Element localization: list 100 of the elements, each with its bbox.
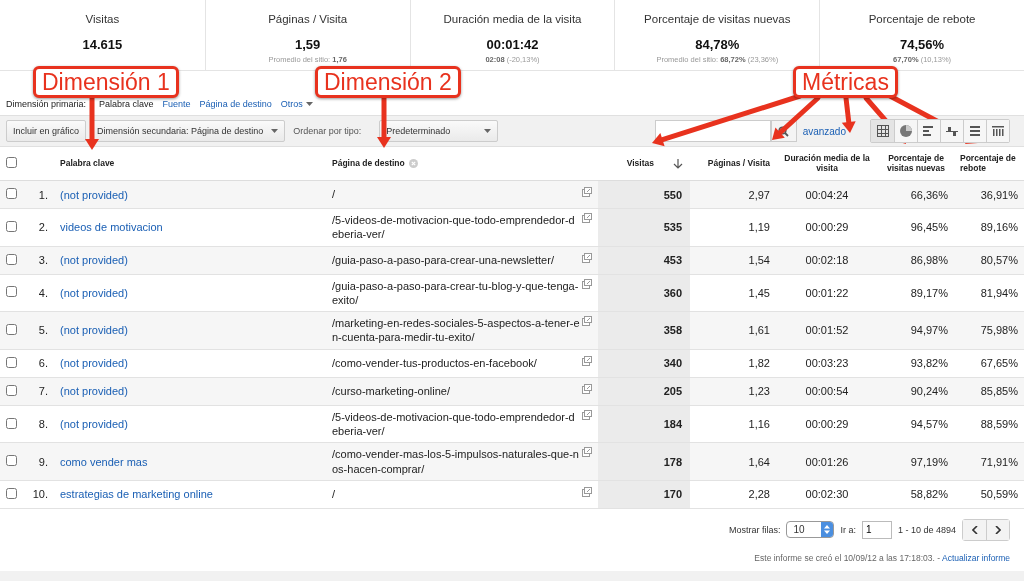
table-cell: 184 [663,418,682,431]
keyword-link[interactable]: (not provided) [60,324,128,337]
columns-icon[interactable] [986,120,1009,142]
column-header[interactable]: Palabra clave [60,157,115,168]
table-cell-text: /5-videos-de-motivacion-que-todo-emprendedor-deberia-ver/ [332,409,576,439]
sort-arrow-icon[interactable] [672,158,684,169]
keyword-link[interactable]: (not provided) [60,418,128,431]
caret-icon [484,129,492,133]
table-cell: 58,82% [910,488,948,501]
advanced-link[interactable]: avanzado [802,125,846,137]
previous-button[interactable] [963,519,986,540]
keyword-link[interactable]: (not provided) [60,357,128,370]
table-cell: 86,98% [910,254,948,267]
table-cell-text: /guia-paso-a-paso-para-crear-una-newsletter/ [332,252,555,268]
row-number: 7. [38,385,48,398]
row-checkbox[interactable] [6,384,17,396]
external-link-icon[interactable] [582,278,592,289]
dimension-option[interactable]: Página de destino [199,99,272,109]
next-button[interactable] [986,519,1009,540]
row-number: 9. [38,455,48,468]
row-checkbox[interactable] [6,356,17,368]
column-header[interactable]: Porcentaje de visitas nuevas [884,153,948,174]
dimension-option[interactable]: Palabra clave [99,99,154,109]
column-header[interactable]: Página de destino [332,158,405,169]
dimension-option[interactable]: Fuente [162,99,191,109]
table-cell: 85,85% [980,385,1018,398]
metric-label: Porcentaje de rebote [868,13,976,25]
table-cell: 90,24% [910,385,948,398]
table-cell-text: /curso-marketing-online/ [332,384,451,399]
table-cell: 75,98% [980,324,1018,337]
row-checkbox[interactable] [6,253,17,265]
table-cell: 1,61 [748,324,770,337]
table-cell: 170 [663,488,682,501]
column-header[interactable]: Porcentaje de rebote [960,153,1018,174]
table-cell: 89,16% [980,221,1018,234]
external-link-icon[interactable] [582,384,592,395]
external-link-icon[interactable] [582,487,592,498]
dimension-label: Dimensión primaria: [6,99,87,109]
bar-chart-icon[interactable] [917,120,940,142]
external-link-icon[interactable] [582,213,592,223]
table-icon[interactable] [871,120,894,142]
keyword-link[interactable]: (not provided) [60,188,128,201]
callout-arrow [85,95,99,150]
comparison-icon[interactable] [940,120,963,142]
rows-select[interactable]: 10 [786,521,835,539]
pie-chart-icon[interactable] [894,120,917,142]
table-cell: 00:01:26 [805,455,849,468]
table-cell: 89,17% [910,286,948,299]
row-checkbox[interactable] [6,324,17,335]
external-link-icon[interactable] [582,356,592,367]
metric-value: 1,59 [295,37,321,52]
goto-field[interactable]: 1 [861,520,892,539]
table-cell: 358 [663,324,682,337]
row-checkbox[interactable] [6,417,17,429]
table-cell: /marketing-en-redes-sociales-5-aspectos-a-tener-en-cuenta-para-medir-tu-exito/ [332,316,580,345]
external-link-icon[interactable] [582,316,592,327]
external-link-icon[interactable] [582,409,592,420]
column-header[interactable]: Páginas / Visita [707,157,770,168]
table-cell: 1,64 [748,455,770,468]
keyword-link[interactable]: (not provided) [60,385,128,398]
table-cell: 2,97 [748,188,770,201]
table-cell: 1,82 [748,357,770,370]
row-checkbox[interactable] [6,487,17,499]
row-number: 10. [32,488,48,501]
table-cell: /guia-paso-a-paso-para-crear-tu-blog-y-que-tenga-exito/ [332,278,580,308]
external-link-icon[interactable] [582,447,592,458]
metric-label: Visitas [85,13,120,25]
caret-icon [305,102,313,106]
chevron-left-icon [971,525,978,534]
callout-label: Dimensión 2 [315,66,461,98]
row-checkbox[interactable] [6,220,17,232]
table-cell: 2,28 [748,488,770,501]
column-header[interactable]: Visitas [626,158,654,169]
select-all-checkbox[interactable] [6,156,17,168]
row-checkbox[interactable] [6,286,17,298]
table-cell: 205 [663,385,682,398]
external-link-icon[interactable] [582,252,592,263]
table-cell: 535 [663,221,682,234]
table-cell: 1,45 [748,286,770,299]
keyword-link[interactable]: videos de motivacion [60,221,163,234]
keyword-link[interactable]: (not provided) [60,254,128,267]
keyword-link[interactable]: (not provided) [60,286,128,299]
row-number: 2. [38,221,48,234]
metric-label: Páginas / Visita [268,13,348,25]
external-link-icon[interactable] [582,187,592,198]
stacked-list-icon[interactable] [963,120,986,142]
plot-rows-button[interactable]: Incluir en gráfico [6,120,87,142]
row-number: 3. [38,254,48,267]
table-cell: 1,16 [748,418,770,431]
table-cell: 88,59% [980,418,1018,431]
row-checkbox[interactable] [6,188,17,199]
dimension-option[interactable]: Otros [280,99,313,109]
metric-value: 14.615 [82,37,123,52]
sort-dropdown[interactable]: Predeterminado [379,120,499,142]
row-checkbox[interactable] [6,455,17,467]
keyword-link[interactable]: como vender mas [60,455,148,468]
refresh-report-link[interactable]: Actualizar informe [941,552,1010,563]
column-header[interactable]: Duración media de la visita [782,153,872,174]
keyword-link[interactable]: estrategias de marketing online [60,488,213,501]
table-cell: 00:02:30 [805,488,849,501]
